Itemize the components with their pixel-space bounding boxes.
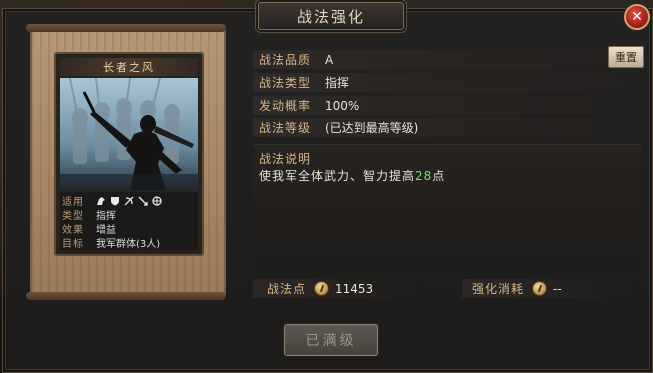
row-value: 指挥 <box>325 76 350 90</box>
description-number: 28 <box>415 169 433 183</box>
reset-button[interactable]: 重置 <box>608 46 644 68</box>
info-label: 目标 <box>62 239 84 250</box>
level-row: 战法等级 (已达到最高等级) <box>253 118 641 137</box>
description-box: 战法说明 使我军全体武力、智力提高28点 <box>253 144 641 267</box>
scroll-bottom-rod <box>26 292 226 300</box>
dialog-title-plate: 战法强化 <box>258 2 404 30</box>
dialog-title: 战法强化 <box>296 7 365 26</box>
description-suffix: 点 <box>432 169 446 183</box>
max-level-button-label: 已满级 <box>305 333 357 349</box>
description-text: 使我军全体武力、智力提高28点 <box>259 167 445 184</box>
quality-row: 战法品质 A <box>253 50 641 69</box>
type-row: 战法类型 指挥 <box>253 73 641 92</box>
card-info-row-effect: 效果 增益 <box>62 222 116 236</box>
card-info-row-units: 适用 <box>62 194 162 208</box>
close-icon: ✕ <box>631 9 643 25</box>
row-value: A <box>325 52 334 67</box>
card-name: 长者之风 <box>103 61 155 74</box>
info-value: 增益 <box>96 225 116 236</box>
tactic-points-value: 11453 <box>335 281 374 296</box>
tactic-points-coin-icon <box>314 281 330 296</box>
tactic-card: 长者之风 适用 类型 指挥 效果 增益 目标 我军群体(3人) <box>54 52 204 256</box>
card-artwork <box>60 78 198 190</box>
scroll-top-rod <box>26 24 226 32</box>
unit-type-icons <box>96 195 162 206</box>
card-info-panel: 适用 类型 指挥 效果 增益 目标 我军群体(3人) <box>60 192 198 250</box>
info-value: 我军群体(3人) <box>96 239 161 250</box>
card-info-row-target: 目标 我军群体(3人) <box>62 236 161 250</box>
row-label: 战法等级 <box>259 121 312 135</box>
max-level-button[interactable]: 已满级 <box>284 324 378 356</box>
probability-row: 发动概率 100% <box>253 96 641 115</box>
tactic-points-bar: 战法点 11453 <box>253 279 425 298</box>
info-label: 类型 <box>62 211 84 222</box>
info-label: 适用 <box>62 197 84 208</box>
card-title-bar: 长者之风 <box>60 58 198 76</box>
row-label: 战法品质 <box>259 53 312 67</box>
row-label: 发动概率 <box>259 99 312 113</box>
info-value: 指挥 <box>96 211 116 222</box>
upgrade-cost-bar: 强化消耗 -- <box>462 279 641 298</box>
close-button[interactable]: ✕ <box>624 4 650 30</box>
row-value: 100% <box>325 98 360 113</box>
spear-icon <box>138 196 148 206</box>
card-info-row-type: 类型 指挥 <box>62 208 116 222</box>
warrior-artwork <box>60 78 198 190</box>
upgrade-cost-coin-icon <box>532 281 548 296</box>
info-label: 效果 <box>62 225 84 236</box>
description-prefix: 使我军全体武力、智力提高 <box>259 169 416 183</box>
bow-icon <box>124 196 134 205</box>
upgrade-cost-value: -- <box>553 281 562 296</box>
shield-icon <box>111 196 119 205</box>
row-label: 战法类型 <box>259 76 312 90</box>
siege-icon <box>152 195 162 206</box>
row-value: (已达到最高等级) <box>325 121 419 135</box>
tactic-points-label: 战法点 <box>267 282 307 296</box>
upgrade-cost-label: 强化消耗 <box>472 282 525 296</box>
description-title: 战法说明 <box>259 152 312 166</box>
reset-button-label: 重置 <box>615 51 637 64</box>
cavalry-icon <box>97 196 105 205</box>
